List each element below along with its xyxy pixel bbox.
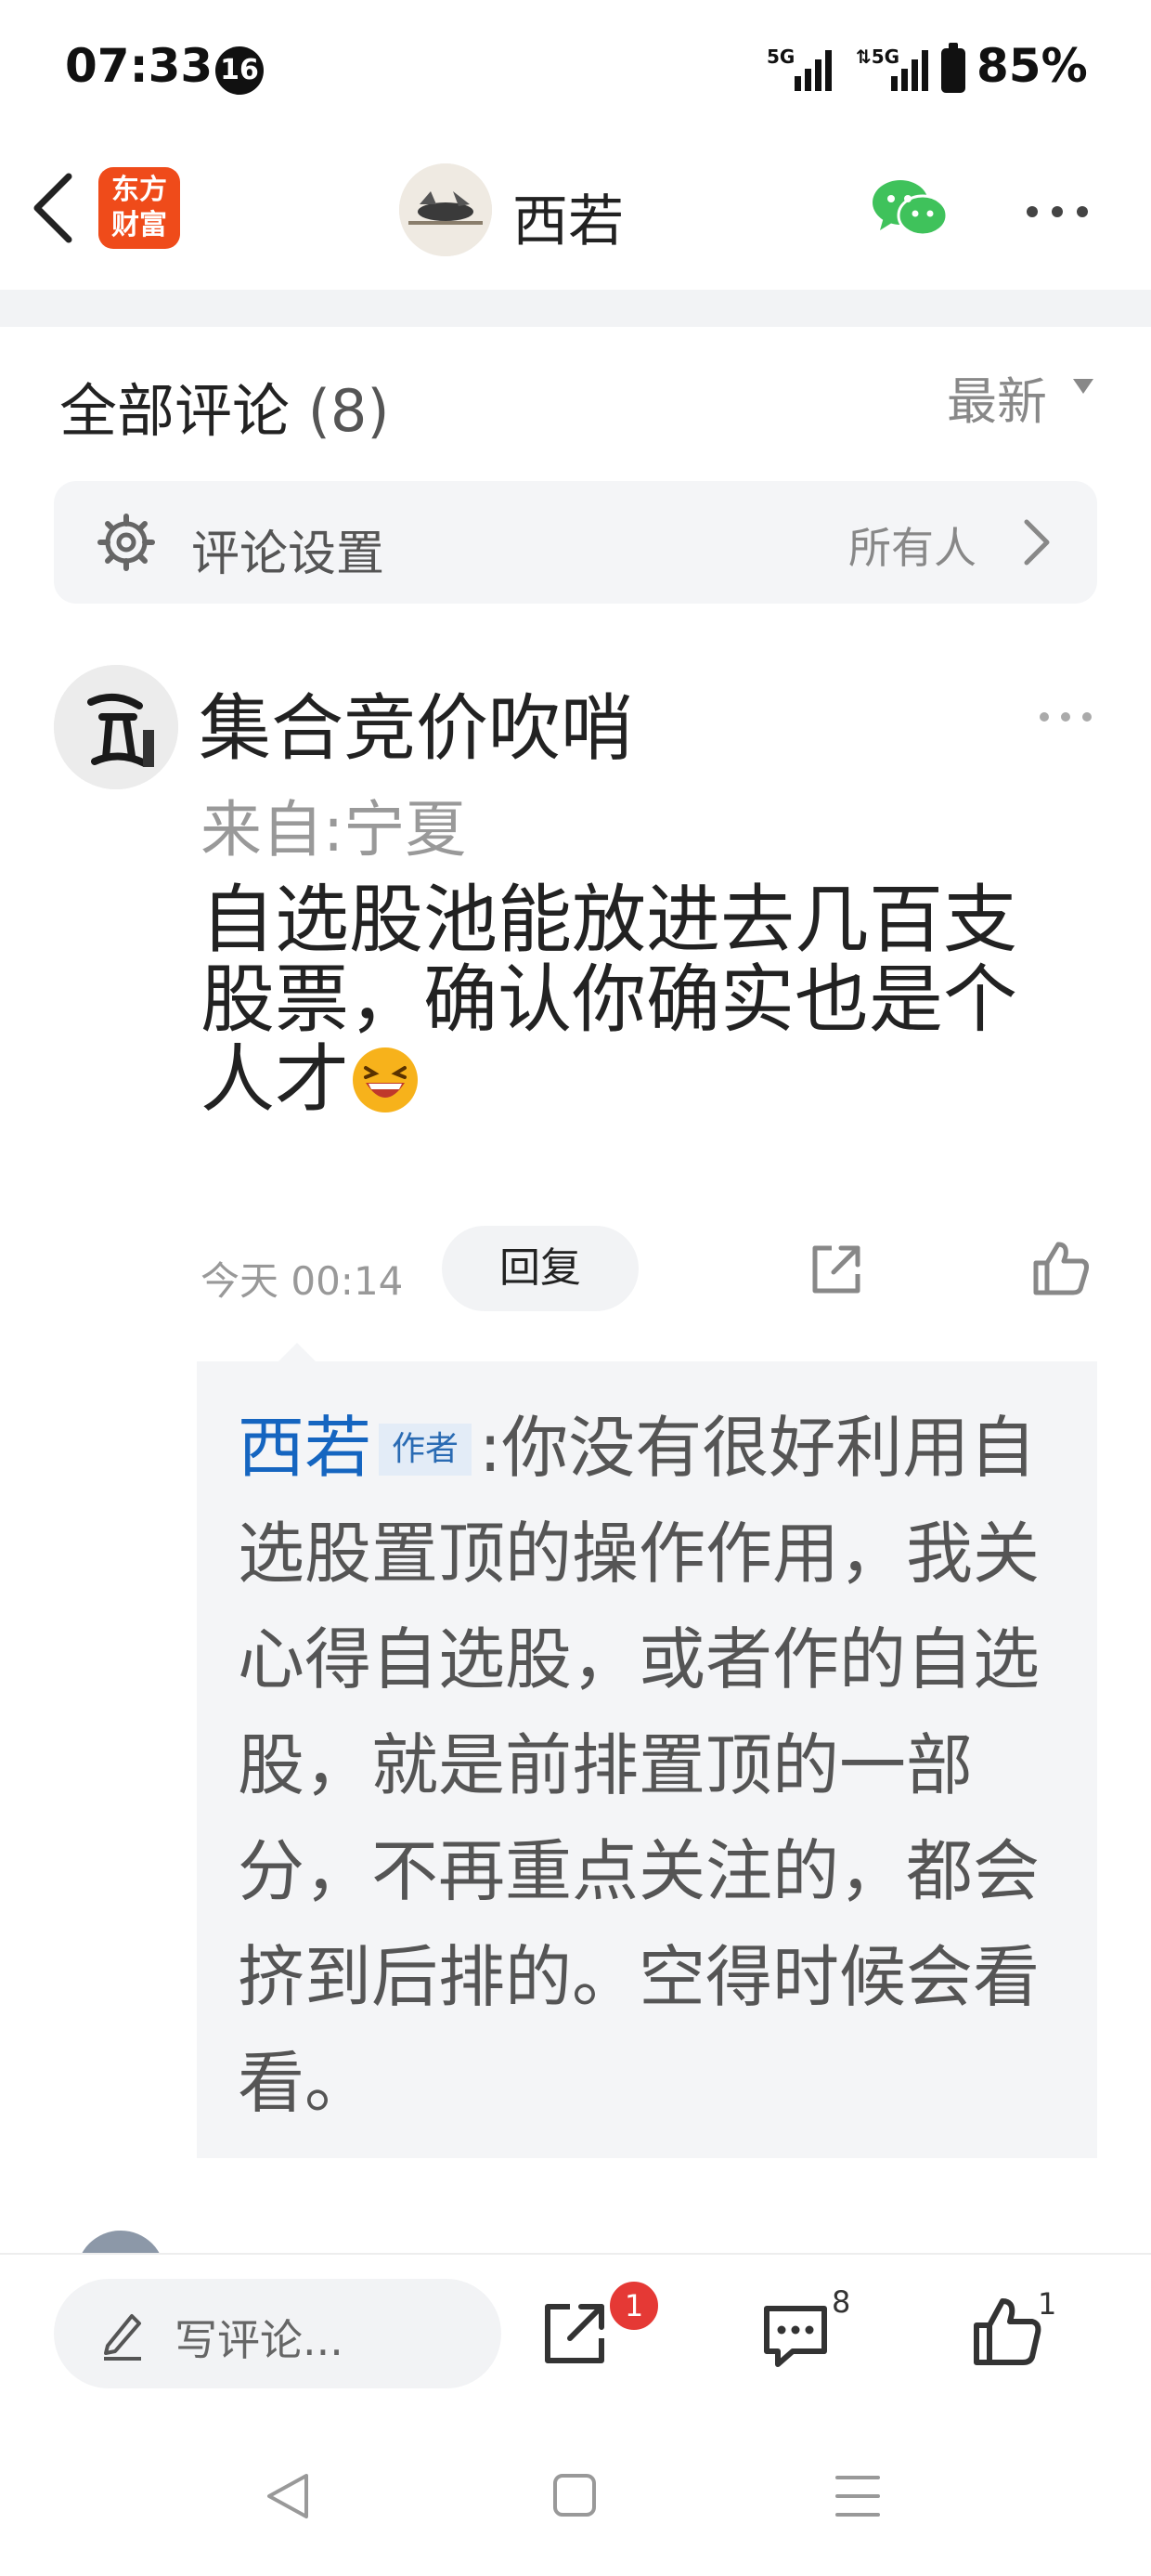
laughing-emoji-icon [353, 1047, 418, 1112]
share-post-icon[interactable] [540, 2299, 609, 2368]
comment-text: 自选股池能放进去几百支股票，确认你确实也是个人才 [200, 880, 1073, 1120]
notification-count-badge: 16 [215, 46, 264, 95]
reply-button[interactable]: 回复 [442, 1226, 639, 1311]
author-name[interactable]: 西若 [512, 176, 624, 257]
share-icon[interactable] [808, 1241, 865, 1298]
author-reply: 西若 作者:你没有很好利用自选股置顶的操作作用，我关心得自选股，或者作的自选股，就… [238, 1395, 1073, 2136]
all-comments-title: 全部评论 (8) [59, 364, 390, 448]
author-avatar[interactable] [399, 163, 492, 256]
signal-icons: 5G ⇅5G [767, 43, 965, 93]
like-count: 1 [1038, 2286, 1057, 2322]
nav-back-icon[interactable] [262, 2470, 314, 2522]
svg-text:⇅5G: ⇅5G [856, 46, 899, 68]
battery-level: 85% [976, 39, 1088, 93]
laughing-emoji-face [354, 1048, 417, 1112]
chevron-right-icon [1024, 519, 1050, 566]
section-divider [0, 290, 1151, 327]
wechat-icon[interactable] [871, 176, 949, 241]
comment-icon[interactable] [759, 2301, 832, 2370]
gear-icon [97, 514, 155, 571]
svg-text:5G: 5G [767, 46, 795, 68]
write-comment-placeholder: 写评论... [175, 2315, 343, 2365]
comment-settings-label: 评论设置 [191, 527, 385, 582]
avatar-calligraphy-image [54, 665, 178, 789]
comment-more-icon[interactable] [1038, 709, 1093, 724]
nav-home-icon[interactable] [551, 2472, 598, 2518]
comment-count: 8 [832, 2284, 851, 2320]
caret-down-icon[interactable] [1073, 379, 1093, 394]
reply-author-name[interactable]: 西若 [238, 1409, 371, 1487]
commenter-location: 来自:宁夏 [200, 794, 467, 865]
status-time: 07:33 [65, 39, 213, 93]
comment-total-count: (8) [307, 377, 390, 445]
all-comments-label: 全部评论 [59, 377, 291, 445]
avatar-painting-image [399, 163, 492, 256]
sort-dropdown[interactable]: 最新 [947, 360, 1047, 434]
more-options-icon[interactable] [1025, 202, 1090, 221]
share-count-badge: 1 [607, 2279, 661, 2333]
comment-settings-value: 所有人 [848, 523, 976, 573]
app-logo-line1: 东方 [111, 174, 167, 206]
comment-body: 自选股池能放进去几百支股票，确认你确实也是个人才 [200, 877, 1017, 1123]
comment-timestamp: 今天 00:14 [200, 1258, 404, 1304]
app-logo-line2: 财富 [111, 209, 167, 241]
reply-notch [278, 1343, 316, 1361]
pencil-icon [104, 2314, 141, 2361]
back-arrow-icon[interactable] [26, 167, 82, 249]
commenter-username[interactable]: 集合竞价吹哨 [199, 670, 633, 774]
nav-menu-icon[interactable] [832, 2470, 884, 2522]
thumbs-up-icon[interactable] [1030, 1239, 1092, 1296]
reply-separator: : [479, 1409, 502, 1487]
reply-body: 你没有很好利用自选股置顶的操作作用，我关心得自选股，或者作的自选股，就是前排置顶… [238, 1409, 1041, 2122]
author-tag-badge: 作者 [379, 1424, 472, 1476]
like-icon[interactable] [971, 2296, 1043, 2368]
app-logo: 东方 财富 [98, 167, 180, 249]
commenter-avatar[interactable] [54, 665, 178, 789]
